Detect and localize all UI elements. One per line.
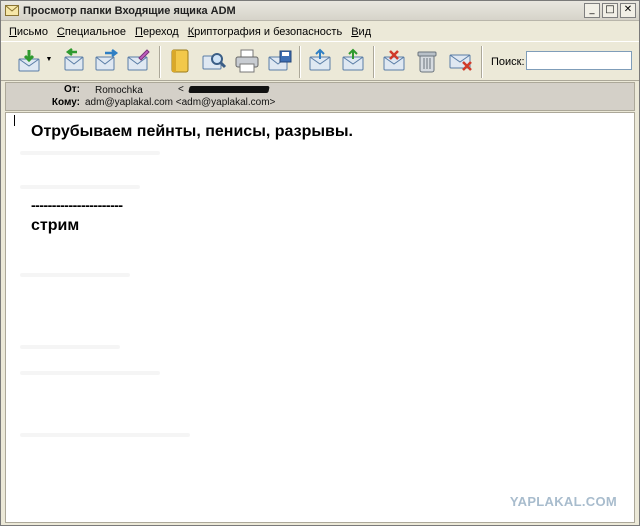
body-line-2: стрим [31,217,80,234]
search-label: Поиск: [491,56,525,68]
save-icon[interactable] [267,48,293,74]
menu-view[interactable]: Вид [351,26,371,38]
move-icon[interactable] [307,48,333,74]
faint-artifact [20,273,130,277]
maximize-button[interactable]: □ [602,3,618,18]
faint-artifact [20,151,160,155]
from-name[interactable]: Romochka [95,85,143,96]
redacted-email [188,86,270,93]
forward-icon[interactable] [93,48,119,74]
to-value[interactable]: adm@yaplakal.com <adm@yaplakal.com> [85,97,275,108]
close-button[interactable]: ✕ [620,3,636,18]
print-icon[interactable] [234,48,260,74]
title-bar[interactable]: Просмотр папки Входящие ящика ADM _ □ ✕ [1,1,639,21]
reply-icon[interactable] [61,48,87,74]
menu-letter[interactable]: Письмо [9,26,48,38]
menu-special[interactable]: Специальное [57,26,126,38]
get-mail-icon[interactable] [16,48,42,74]
window-title: Просмотр папки Входящие ящика ADM [23,5,236,17]
toolbar-separator [481,46,483,78]
address-book-icon[interactable] [167,48,193,74]
faint-artifact [20,185,140,189]
search-input[interactable] [526,51,632,70]
copy-icon[interactable] [340,48,366,74]
toolbar-separator [299,46,301,78]
delete-message-icon[interactable] [381,48,407,74]
from-label: От: [63,84,80,95]
toolbar-separator [159,46,161,78]
menu-crypto-security[interactable]: Криптография и безопасность [188,26,342,38]
toolbar: ▼ Поиск: [1,41,639,81]
from-email-open: < [178,84,184,95]
get-mail-dropdown-icon[interactable]: ▼ [45,56,53,64]
message-body[interactable]: Отрубываем пейнты, пенисы, разрывы. ----… [5,112,635,523]
faint-artifact [20,345,120,349]
toolbar-separator [373,46,375,78]
compose-icon[interactable] [125,48,151,74]
faint-artifact [20,371,160,375]
faint-artifact [20,433,190,437]
window-controls: _ □ ✕ [584,3,636,18]
message-headers: От: Romochka < Кому: adm@yaplakal.com <a… [5,82,635,111]
body-separator: ---------------------- [31,197,123,213]
menu-go[interactable]: Переход [135,26,179,38]
text-caret [14,115,15,126]
mail-viewer-window: Просмотр папки Входящие ящика ADM _ □ ✕ … [0,0,640,526]
menu-bar: Письмо Специальное Переход Криптография … [1,22,639,41]
block-sender-icon[interactable] [448,48,474,74]
watermark: YAPLAKAL.COM [509,494,617,509]
to-label: Кому: [51,97,80,108]
envelope-icon [5,5,19,16]
body-line-1: Отрубываем пейнты, пенисы, разрывы. [31,123,353,140]
find-icon[interactable] [201,48,227,74]
trash-icon[interactable] [414,48,440,74]
minimize-button[interactable]: _ [584,3,600,18]
